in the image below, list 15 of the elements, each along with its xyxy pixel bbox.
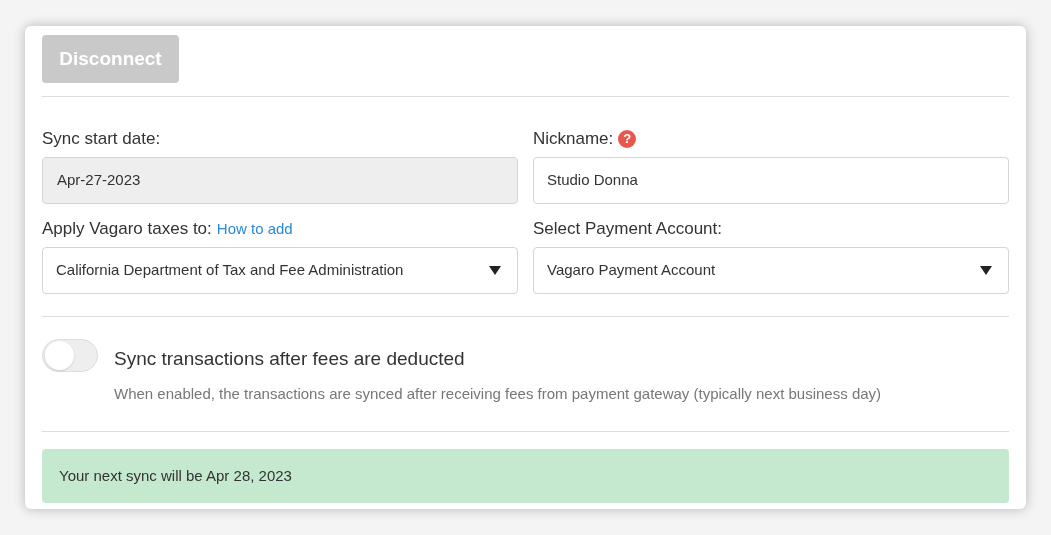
toggle-switch[interactable] <box>42 339 98 372</box>
field-label: Sync start date: <box>42 128 161 151</box>
next-sync-banner: Your next sync will be Apr 28, 2023 <box>42 449 1009 503</box>
caret-icon <box>489 266 501 275</box>
toggle-title: Sync transactions after fees are deducted <box>114 347 466 371</box>
caret-icon <box>980 266 992 275</box>
field-label: Apply Vagaro taxes to: <box>42 218 212 241</box>
dropdown-field[interactable]: Vagaro Payment Account <box>533 247 1009 294</box>
field-label: Nickname: <box>533 128 614 151</box>
input-field[interactable]: Studio Donna <box>533 157 1009 204</box>
field-label: Select Payment Account: <box>533 218 722 241</box>
dropdown-field[interactable]: California Department of Tax and Fee Administration <box>42 247 518 294</box>
how-to-add-link[interactable]: How to add <box>216 217 293 241</box>
toggle-description: When enabled, the transactions are synced after receiving fees from payment gateway (typically next business day) <box>114 383 882 404</box>
help-icon[interactable]: ? <box>618 130 637 148</box>
